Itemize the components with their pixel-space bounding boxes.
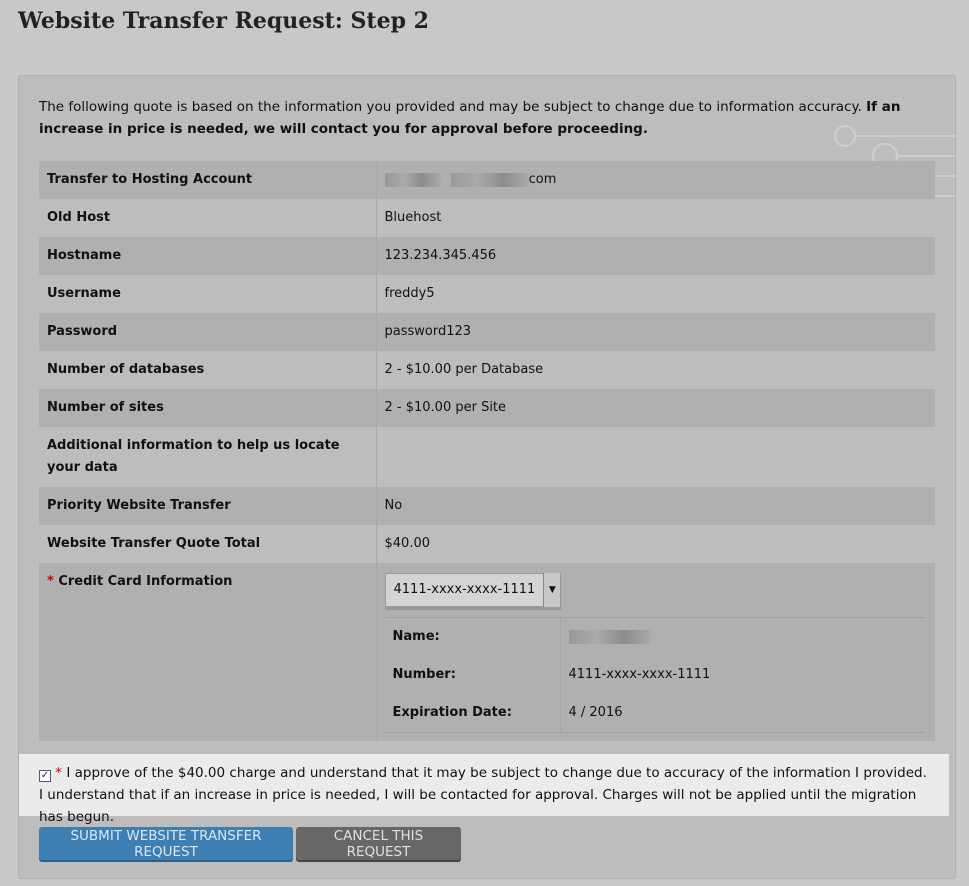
required-marker: * — [47, 574, 54, 589]
row-value-cell: com — [376, 161, 935, 199]
row-value-cell: $40.00 — [376, 525, 935, 563]
row-value: No — [384, 498, 403, 513]
row-label: Password — [39, 313, 377, 351]
approval-box: ✓ * I approve of the $40.00 charge and u… — [19, 754, 949, 825]
card-number: 4111-xxxx-xxxx-1111 — [568, 667, 711, 682]
row-value-cell: freddy5 — [376, 275, 935, 313]
number-label: Number: — [385, 656, 561, 694]
credit-card-label: Credit Card Information — [58, 574, 233, 589]
row-value: 123.234.345.456 — [384, 248, 497, 263]
row-value: $40.00 — [384, 536, 431, 551]
row-label: Number of sites — [39, 389, 377, 427]
chevron-down-icon: ▼ — [543, 573, 561, 607]
row-value-cell: password123 — [376, 313, 935, 351]
blurred-name — [568, 629, 651, 644]
row-value-cell: No — [376, 487, 935, 525]
row-label: Old Host — [39, 199, 377, 237]
name-label: Name: — [385, 618, 561, 656]
submit-button[interactable]: SUBMIT WEBSITE TRANSFER REQUEST — [39, 827, 293, 860]
row-label: Website Transfer Quote Total — [39, 525, 377, 563]
cancel-button[interactable]: CANCEL THIS REQUEST — [296, 827, 461, 860]
intro-text: The following quote is based on the info… — [39, 99, 901, 137]
card-expiration: 4 / 2016 — [568, 705, 623, 720]
row-value-cell: 2 - $10.00 per Site — [376, 389, 935, 427]
row-label: Additional information to help us locate… — [39, 427, 377, 487]
row-value: Bluehost — [384, 210, 442, 225]
table-row: Old Host Bluehost — [39, 199, 935, 237]
row-value-cell: Bluehost — [376, 199, 935, 237]
row-label: Username — [39, 275, 377, 313]
table-row: Priority Website Transfer No — [39, 487, 935, 525]
row-value-cell: 2 - $10.00 per Database — [376, 351, 935, 389]
credit-card-row: * Credit Card Information 4111-xxxx-xxxx… — [39, 563, 935, 741]
row-value: com — [528, 172, 557, 187]
table-row: Website Transfer Quote Total $40.00 — [39, 525, 935, 563]
table-row: Additional information to help us locate… — [39, 427, 935, 487]
row-label: Hostname — [39, 237, 377, 275]
quote-panel: The following quote is based on the info… — [18, 75, 956, 879]
blurred-text — [450, 172, 529, 187]
table-row: Password password123 — [39, 313, 935, 351]
row-value: freddy5 — [384, 286, 435, 301]
table-row: Hostname 123.234.345.456 — [39, 237, 935, 275]
table-row: Username freddy5 — [39, 275, 935, 313]
blurred-text — [384, 172, 441, 187]
credit-card-select[interactable]: 4111-xxxx-xxxx-1111 ▼ — [384, 573, 562, 607]
row-label: Priority Website Transfer — [39, 487, 377, 525]
row-value: password123 — [384, 324, 472, 339]
table-row: Number of databases 2 - $10.00 per Databa… — [39, 351, 935, 389]
row-label: Number of databases — [39, 351, 377, 389]
row-value-cell — [376, 427, 935, 487]
card-details: Name: Number: 4111-xxxx-xxxx-1111 Expirat… — [384, 617, 925, 733]
table-row: Transfer to Hosting Account com — [39, 161, 935, 199]
row-value-cell: 123.234.345.456 — [376, 237, 935, 275]
page-title: Website Transfer Request: Step 2 — [18, 8, 429, 34]
exp-label: Expiration Date: — [385, 694, 561, 732]
selected-card: 4111-xxxx-xxxx-1111 — [393, 582, 536, 597]
table-row: Number of sites 2 - $10.00 per Site — [39, 389, 935, 427]
approval-text: I approve of the $40.00 charge and under… — [39, 765, 927, 825]
quote-table: Transfer to Hosting Account com Old Host B… — [39, 161, 935, 741]
row-value: 2 - $10.00 per Site — [384, 400, 507, 415]
row-label: Transfer to Hosting Account — [39, 161, 377, 199]
approve-checkbox[interactable]: ✓ — [39, 770, 51, 782]
row-value: 2 - $10.00 per Database — [384, 362, 544, 377]
